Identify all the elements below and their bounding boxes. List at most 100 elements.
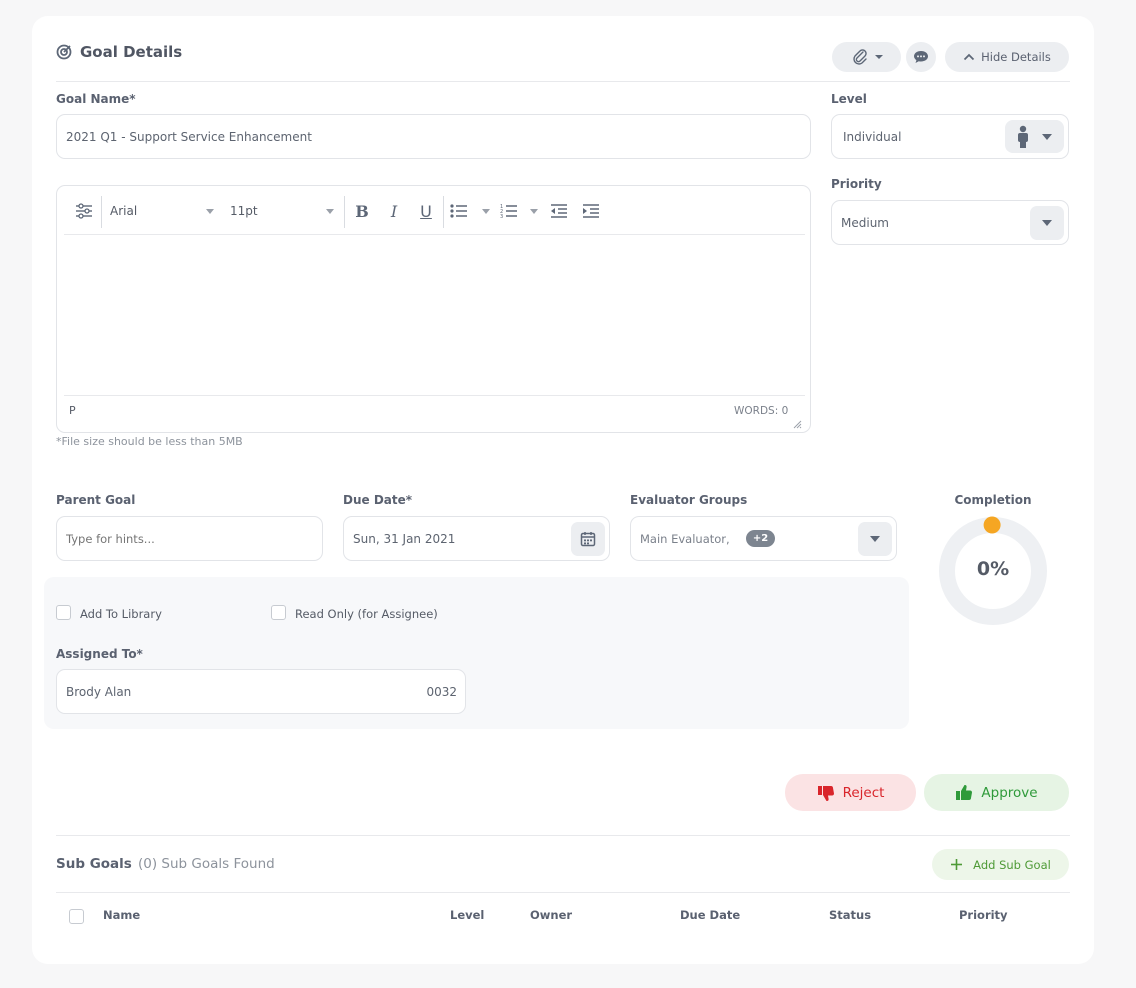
paperclip-icon (851, 48, 869, 66)
chevron-down-icon (1042, 220, 1052, 226)
plus-icon (950, 858, 963, 871)
toolbar-divider (344, 196, 345, 228)
assigned-to-label: Assigned To* (56, 647, 143, 661)
priority-label: Priority (831, 177, 882, 191)
level-select[interactable]: Individual (831, 114, 1069, 159)
editor-path-tag: P (69, 404, 76, 417)
editor-toolbar: Arial 11pt B I U 123 (62, 195, 805, 229)
assigned-to-input[interactable]: Brody Alan 0032 (56, 669, 466, 714)
target-icon (56, 44, 72, 60)
bold-button[interactable]: B (350, 195, 374, 227)
toolbar-divider (443, 196, 444, 228)
italic-button[interactable]: I (382, 195, 406, 227)
bullet-list-icon (450, 203, 468, 219)
comments-button[interactable] (906, 42, 936, 72)
outdent-button[interactable] (548, 195, 570, 227)
editor-settings-button[interactable] (70, 195, 98, 227)
evaluator-extra-badge: +2 (746, 530, 775, 547)
thumbs-up-icon (955, 784, 973, 802)
goal-name-input[interactable]: 2021 Q1 - Support Service Enhancement (56, 114, 811, 159)
attachment-menu-button[interactable] (832, 42, 901, 72)
bullet-list-button[interactable] (450, 195, 490, 227)
column-header-owner[interactable]: Owner (530, 908, 572, 922)
chat-bubble-icon (913, 49, 929, 65)
chevron-down-icon (870, 536, 880, 542)
level-label: Level (831, 92, 867, 106)
chevron-down-icon (530, 209, 538, 214)
indent-button[interactable] (580, 195, 602, 227)
hide-details-button[interactable]: Hide Details (945, 42, 1069, 72)
parent-goal-input[interactable] (56, 516, 323, 561)
thumbs-down-icon (817, 784, 835, 802)
completion-label: Completion (954, 493, 1032, 507)
chevron-down-icon (326, 209, 334, 214)
calendar-button[interactable] (571, 522, 605, 556)
evaluator-groups-label: Evaluator Groups (630, 493, 748, 507)
reject-label: Reject (842, 784, 885, 801)
read-only-checkbox[interactable] (271, 605, 286, 620)
level-value: Individual (843, 129, 902, 144)
evaluator-groups-value: Main Evaluator, (640, 531, 730, 546)
column-header-due-date[interactable]: Due Date (680, 908, 740, 922)
due-date-input[interactable]: Sun, 31 Jan 2021 (343, 516, 610, 561)
sliders-icon (75, 203, 93, 219)
evaluator-groups-select[interactable]: Main Evaluator, +2 (630, 516, 897, 561)
hide-details-label: Hide Details (981, 50, 1051, 64)
column-header-level[interactable]: Level (450, 908, 484, 922)
approve-button[interactable]: Approve (924, 774, 1069, 811)
level-dropdown-toggle[interactable] (1005, 120, 1064, 153)
editor-status-divider (64, 395, 805, 396)
underline-button[interactable]: U (414, 195, 438, 227)
assignee-name: Brody Alan (66, 684, 132, 699)
add-to-library-label: Add To Library (80, 607, 162, 621)
toolbar-divider (101, 196, 102, 228)
svg-text:3: 3 (500, 214, 503, 219)
font-size-value: 11pt (230, 204, 258, 218)
read-only-label: Read Only (for Assignee) (295, 607, 438, 621)
editor-content-area[interactable] (62, 238, 805, 392)
page-title: Goal Details (80, 43, 183, 61)
priority-value: Medium (841, 215, 889, 230)
bold-icon: B (355, 201, 369, 221)
column-header-name[interactable]: Name (103, 908, 140, 922)
numbered-list-icon: 123 (500, 203, 518, 219)
italic-icon: I (390, 201, 398, 221)
file-size-note: *File size should be less than 5MB (56, 435, 243, 448)
resize-handle-icon[interactable] (792, 414, 802, 429)
numbered-list-button[interactable]: 123 (500, 195, 538, 227)
word-count: WORDS: 0 (734, 405, 789, 417)
font-family-select[interactable]: Arial (110, 195, 218, 227)
parent-goal-label: Parent Goal (56, 493, 136, 507)
add-sub-goal-button[interactable]: Add Sub Goal (932, 849, 1069, 880)
approve-label: Approve (981, 784, 1038, 801)
sub-goals-title: Sub Goals (56, 856, 132, 872)
completion-knob (983, 516, 1001, 534)
goal-name-label: Goal Name* (56, 92, 136, 106)
column-header-priority[interactable]: Priority (959, 908, 1008, 922)
chevron-down-icon (482, 209, 490, 214)
outdent-icon (550, 203, 568, 219)
font-size-select[interactable]: 11pt (230, 195, 338, 227)
calendar-icon (580, 531, 596, 547)
due-date-value: Sun, 31 Jan 2021 (353, 531, 456, 546)
priority-select[interactable]: Medium (831, 200, 1069, 245)
reject-button[interactable]: Reject (785, 774, 916, 811)
sub-goals-top-divider (56, 835, 1070, 836)
chevron-down-icon (206, 209, 214, 214)
header-divider (56, 81, 1070, 82)
evaluator-dropdown-toggle[interactable] (858, 522, 892, 556)
select-all-checkbox[interactable] (69, 909, 84, 924)
toolbar-bottom-divider (64, 234, 805, 235)
person-icon (1017, 125, 1029, 149)
sub-goals-count: (0) Sub Goals Found (138, 856, 275, 872)
due-date-label: Due Date* (343, 493, 413, 507)
add-sub-goal-label: Add Sub Goal (973, 857, 1051, 872)
font-family-value: Arial (110, 204, 138, 218)
add-to-library-checkbox[interactable] (56, 605, 71, 620)
assignee-code: 0032 (426, 685, 457, 699)
completion-percent: 0% (976, 558, 1010, 580)
priority-dropdown-toggle[interactable] (1030, 206, 1064, 240)
column-header-status[interactable]: Status (829, 908, 871, 922)
chevron-up-icon (963, 52, 975, 62)
indent-icon (582, 203, 600, 219)
